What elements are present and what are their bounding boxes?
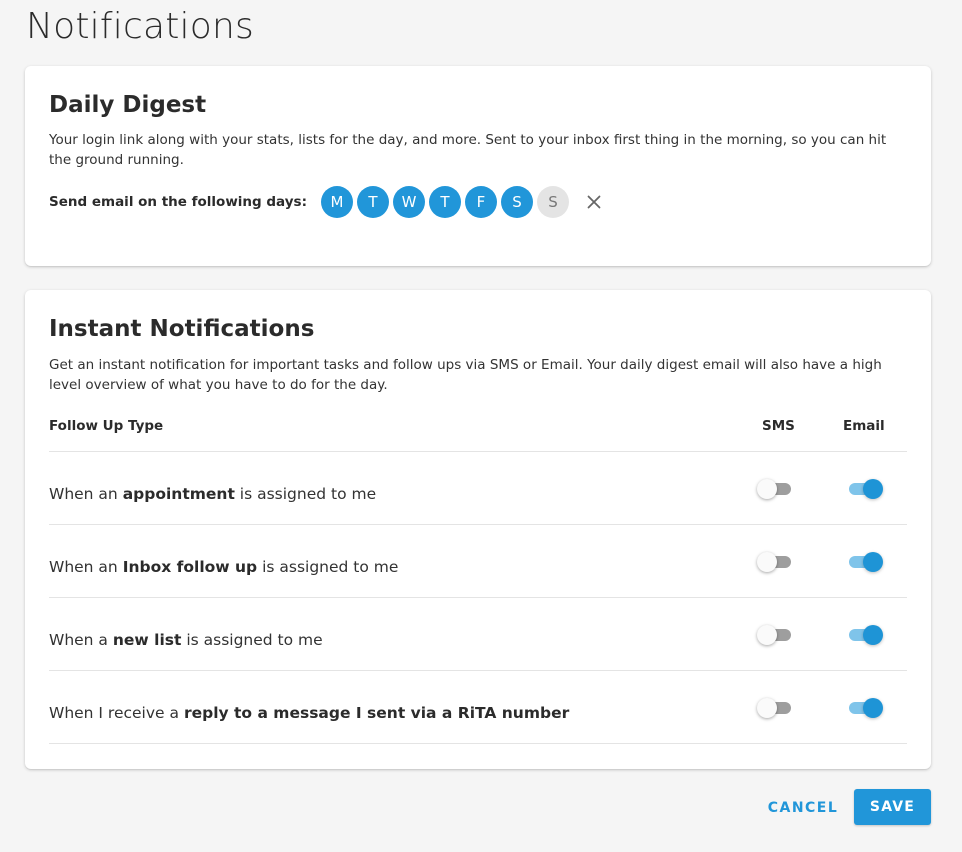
day-label: T xyxy=(368,193,378,211)
row-label: When I receive a reply to a message I se… xyxy=(49,704,570,722)
instant-notifications-description: Get an instant notification for importan… xyxy=(49,357,882,393)
row-label: When an appointment is assigned to me xyxy=(49,485,377,503)
column-header-sms: SMS xyxy=(762,418,795,434)
row-label: When an Inbox follow up is assigned to m… xyxy=(49,558,399,576)
day-toggle-thursday[interactable]: T xyxy=(429,186,461,218)
table-row: When I receive a reply to a message I se… xyxy=(49,671,907,744)
day-label: S xyxy=(512,193,522,211)
cancel-button[interactable]: CANCEL xyxy=(762,790,844,826)
email-toggle-inbox-follow-up[interactable] xyxy=(847,551,887,573)
day-toggle-sunday[interactable]: S xyxy=(537,186,569,218)
email-toggle-appointment[interactable] xyxy=(847,478,887,500)
page-title: Notifications xyxy=(26,6,254,47)
days-selector: Send email on the following days: M T W … xyxy=(49,186,605,218)
table-row: When an appointment is assigned to me xyxy=(49,452,907,525)
days-label: Send email on the following days: xyxy=(49,194,307,210)
save-button[interactable]: SAVE xyxy=(854,789,931,825)
day-label: M xyxy=(330,193,344,211)
close-icon[interactable] xyxy=(583,191,605,213)
day-label: F xyxy=(476,193,486,211)
instant-notifications-card: Instant Notifications Get an instant not… xyxy=(25,290,931,769)
table-header: Follow Up Type SMS Email xyxy=(49,414,907,452)
column-header-email: Email xyxy=(843,418,885,434)
sms-toggle-reply-message[interactable] xyxy=(757,697,797,719)
day-toggle-wednesday[interactable]: W xyxy=(393,186,425,218)
sms-toggle-appointment[interactable] xyxy=(757,478,797,500)
day-toggle-monday[interactable]: M xyxy=(321,186,353,218)
daily-digest-card: Daily Digest Your login link along with … xyxy=(25,66,931,266)
sms-toggle-new-list[interactable] xyxy=(757,624,797,646)
table-row: When an Inbox follow up is assigned to m… xyxy=(49,525,907,598)
day-label: W xyxy=(401,193,417,211)
table-row: When a new list is assigned to me xyxy=(49,598,907,671)
daily-digest-description: Your login link along with your stats, l… xyxy=(49,132,887,168)
notifications-page: Notifications Daily Digest Your login li… xyxy=(0,0,962,852)
sms-toggle-inbox-follow-up[interactable] xyxy=(757,551,797,573)
email-toggle-new-list[interactable] xyxy=(847,624,887,646)
daily-digest-title: Daily Digest xyxy=(49,92,207,118)
row-label: When a new list is assigned to me xyxy=(49,631,323,649)
instant-notifications-title: Instant Notifications xyxy=(49,316,315,342)
day-toggle-friday[interactable]: F xyxy=(465,186,497,218)
day-label: T xyxy=(440,193,450,211)
follow-up-table: Follow Up Type SMS Email When an appoint… xyxy=(49,414,907,744)
day-toggle-tuesday[interactable]: T xyxy=(357,186,389,218)
day-toggle-saturday[interactable]: S xyxy=(501,186,533,218)
column-header-type: Follow Up Type xyxy=(49,418,164,434)
day-label: S xyxy=(548,193,558,211)
email-toggle-reply-message[interactable] xyxy=(847,697,887,719)
